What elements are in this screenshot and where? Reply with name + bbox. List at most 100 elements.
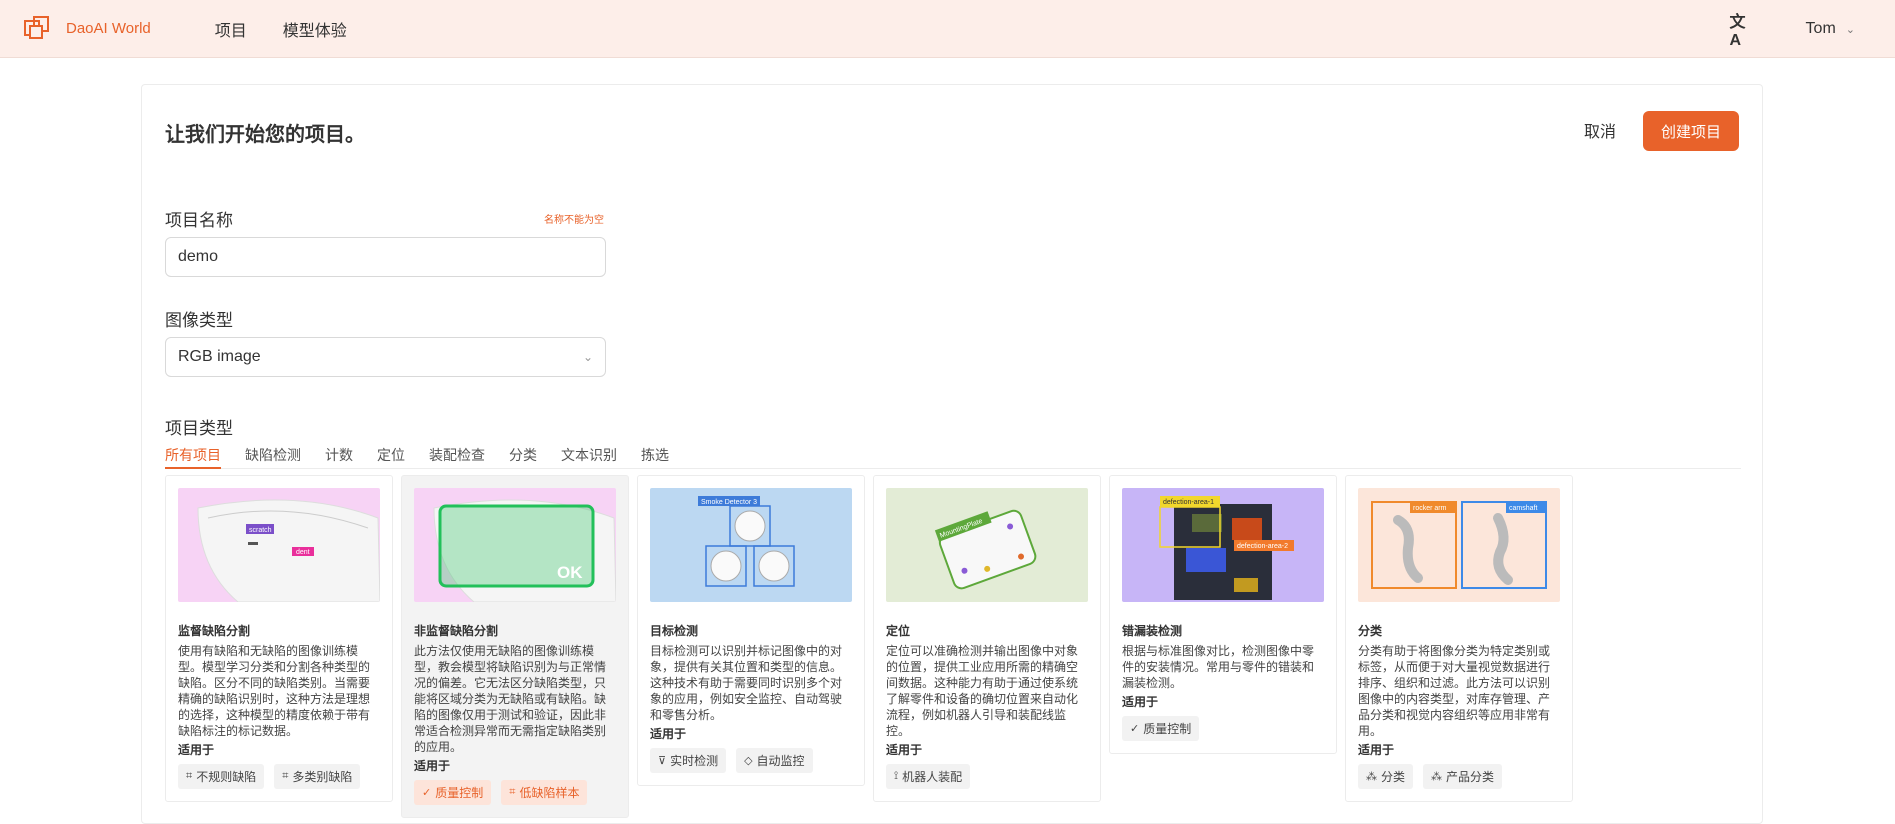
project-type-tabs: 所有项目 缺陷检测 计数 定位 装配检查 分类 文本识别 拣选 <box>165 445 1741 469</box>
project-card-assembly-check[interactable]: defection-area-1 defection-area-2 错漏装检测 … <box>1109 475 1337 754</box>
project-card-object-detection[interactable]: Smoke Detector 3 目标检测 目标检测可以识别并标记图像中的对象，… <box>637 475 865 786</box>
card-apply-label: 适用于 <box>1122 695 1159 709</box>
scan-icon: ⌗ <box>186 770 193 782</box>
tag-label: 质量控制 <box>1143 722 1192 736</box>
tag-label: 自动监控 <box>756 754 805 768</box>
card-apply-label: 适用于 <box>886 743 923 757</box>
card-thumbnail: OK <box>414 488 616 602</box>
tag: ⁂ 分类 <box>1358 764 1414 789</box>
tab-text-recognition[interactable]: 文本识别 <box>561 445 617 469</box>
chevron-down-icon: ⌄ <box>582 350 593 364</box>
card-tags: ✓ 质量控制 ⌗ 低缺陷样本 <box>414 780 616 805</box>
tag: ✓ 质量控制 <box>414 780 492 805</box>
tag: ◇ 自动监控 <box>736 748 813 773</box>
tab-positioning[interactable]: 定位 <box>377 445 405 469</box>
brand[interactable]: DaoAI World <box>24 15 151 42</box>
tag-icon: ◇ <box>744 755 753 767</box>
project-card-supervised-defect[interactable]: scratch dent 监督缺陷分割 使用有缺陷和无缺陷的图像训练模型。模型学… <box>165 475 393 802</box>
car-door-image: scratch dent <box>197 499 380 602</box>
tag-label: 分类 <box>1381 770 1406 784</box>
robot-arm-icon: ⟟ <box>894 770 899 782</box>
scan-icon: ⌗ <box>509 786 516 798</box>
image-type-value: RGB image <box>178 348 261 365</box>
tag-label: 机器人装配 <box>902 770 963 784</box>
parts-image: rocker arm camshaft <box>1371 501 1547 589</box>
cancel-button[interactable]: 取消 <box>1576 113 1624 153</box>
nav-item-projects[interactable]: 项目 <box>215 17 247 41</box>
brand-name: DaoAI World <box>66 20 151 37</box>
card-thumbnail: rocker arm camshaft <box>1358 488 1560 602</box>
card-apply-label: 适用于 <box>178 743 215 757</box>
tag-label: 质量控制 <box>435 786 484 800</box>
card-tags: ⊽ 实时检测 ◇ 自动监控 <box>650 748 852 773</box>
project-card-classification[interactable]: rocker arm camshaft 分类 分类有助于将图像分类为特定类别或标… <box>1345 475 1573 802</box>
car-door-image: OK <box>433 499 616 602</box>
thumb-label-rocker-arm: rocker arm <box>1413 505 1447 512</box>
category-icon: ⁂ <box>1431 771 1443 783</box>
tab-defect-detection[interactable]: 缺陷检测 <box>245 445 301 469</box>
card-apply-label: 适用于 <box>1358 743 1395 757</box>
card-thumbnail: scratch dent <box>178 488 380 602</box>
chevron-down-icon: ⌄ <box>1845 23 1855 36</box>
thumb-label-camshaft: camshaft <box>1509 505 1537 512</box>
image-type-select[interactable]: RGB image ⌄ <box>165 337 606 377</box>
card-tags: ⁂ 分类 ⁂ 产品分类 <box>1358 764 1560 789</box>
card-description: 分类有助于将图像分类为特定类别或标签，从而便于对大量视觉数据进行排序、组织和过滤… <box>1358 644 1551 738</box>
project-name-label: 项目名称 <box>165 211 233 230</box>
card-description: 此方法仅使用无缺陷的图像训练模型，教会模型将缺陷识别为与正常情况的偏差。它无法区… <box>414 644 607 754</box>
card-title: 错漏装检测 <box>1122 624 1183 638</box>
card-title: 分类 <box>1358 624 1383 638</box>
card-title: 目标检测 <box>650 624 699 638</box>
tab-classification[interactable]: 分类 <box>509 445 537 469</box>
nav-item-model-experience[interactable]: 模型体验 <box>283 17 347 41</box>
tab-counting[interactable]: 计数 <box>325 445 353 469</box>
card-description: 使用有缺陷和无缺陷的图像训练模型。模型学习分类和分割各种类型的缺陷。区分不同的缺… <box>178 644 371 738</box>
user-menu[interactable]: Tom ⌄ <box>1806 20 1855 38</box>
create-project-button[interactable]: 创建项目 <box>1643 111 1739 151</box>
project-card-positioning[interactable]: MountingPlate 定位 定位可以准确检测并输出图像中对象的位置，提供工… <box>873 475 1101 802</box>
tag-label: 不规则缺陷 <box>196 770 257 784</box>
scan-icon: ⌗ <box>282 770 289 782</box>
image-type-label: 图像类型 <box>165 311 233 330</box>
thumb-label-defection-area-1: defection-area-1 <box>1163 499 1214 506</box>
tag-label: 多类别缺陷 <box>292 770 353 784</box>
card-tags: ✓ 质量控制 <box>1122 716 1324 741</box>
tab-assembly-inspection[interactable]: 装配检查 <box>429 445 485 469</box>
tag: ⌗ 不规则缺陷 <box>178 764 265 789</box>
translate-icon[interactable]: 文A <box>1730 14 1752 49</box>
project-name-input[interactable]: demo <box>165 237 606 277</box>
check-icon: ✓ <box>422 787 432 799</box>
project-type-label: 项目类型 <box>165 419 233 438</box>
thumb-label-smoke-detector: Smoke Detector 3 <box>701 499 757 506</box>
project-card-unsupervised-defect[interactable]: OK 非监督缺陷分割 此方法仅使用无缺陷的图像训练模型，教会模型将缺陷识别为与正… <box>401 475 629 818</box>
thumb-label-ok: OK <box>557 563 583 582</box>
tag: ⊽ 实时检测 <box>650 748 727 773</box>
check-icon: ✓ <box>1130 723 1140 735</box>
card-apply-label: 适用于 <box>414 759 451 773</box>
project-type-cards: scratch dent 监督缺陷分割 使用有缺陷和无缺陷的图像训练模型。模型学… <box>165 475 1581 818</box>
tag-label: 实时检测 <box>670 754 719 768</box>
tab-picking[interactable]: 拣选 <box>641 445 669 469</box>
card-thumbnail: defection-area-1 defection-area-2 <box>1122 488 1324 602</box>
tag-label: 产品分类 <box>1446 770 1495 784</box>
card-title: 监督缺陷分割 <box>178 624 251 638</box>
project-name-error: 名称不能为空 <box>544 215 604 226</box>
tag-label: 低缺陷样本 <box>519 786 580 800</box>
card-tags: ⟟ 机器人装配 <box>886 764 1088 789</box>
card-tags: ⌗ 不规则缺陷 ⌗ 多类别缺陷 <box>178 764 380 789</box>
card-description: 目标检测可以识别并标记图像中的对象，提供有关其位置和类型的信息。这种技术有助于需… <box>650 644 843 722</box>
tab-all-projects[interactable]: 所有项目 <box>165 445 221 469</box>
top-bar: DaoAI World 项目 模型体验 文A Tom ⌄ <box>0 0 1895 58</box>
create-project-panel: 让我们开始您的项目。 取消 创建项目 项目名称 名称不能为空 demo 图像类型… <box>141 84 1763 824</box>
logo-icon <box>24 15 49 39</box>
category-icon: ⁂ <box>1366 771 1377 783</box>
page-title: 让我们开始您的项目。 <box>165 124 365 146</box>
tag: ⁂ 产品分类 <box>1423 764 1503 789</box>
mounting-plate-image: MountingPlate <box>934 509 1037 590</box>
card-description: 根据与标准图像对比，检测图像中零件的安装情况。常用与零件的错装和漏装检测。 <box>1122 644 1315 690</box>
circuit-board-image: defection-area-1 defection-area-2 <box>1159 496 1294 600</box>
card-title: 非监督缺陷分割 <box>414 624 499 638</box>
tag: ⌗ 低缺陷样本 <box>501 780 588 805</box>
user-name: Tom <box>1805 20 1836 37</box>
topbar-right: 文A Tom ⌄ <box>1730 0 1855 58</box>
